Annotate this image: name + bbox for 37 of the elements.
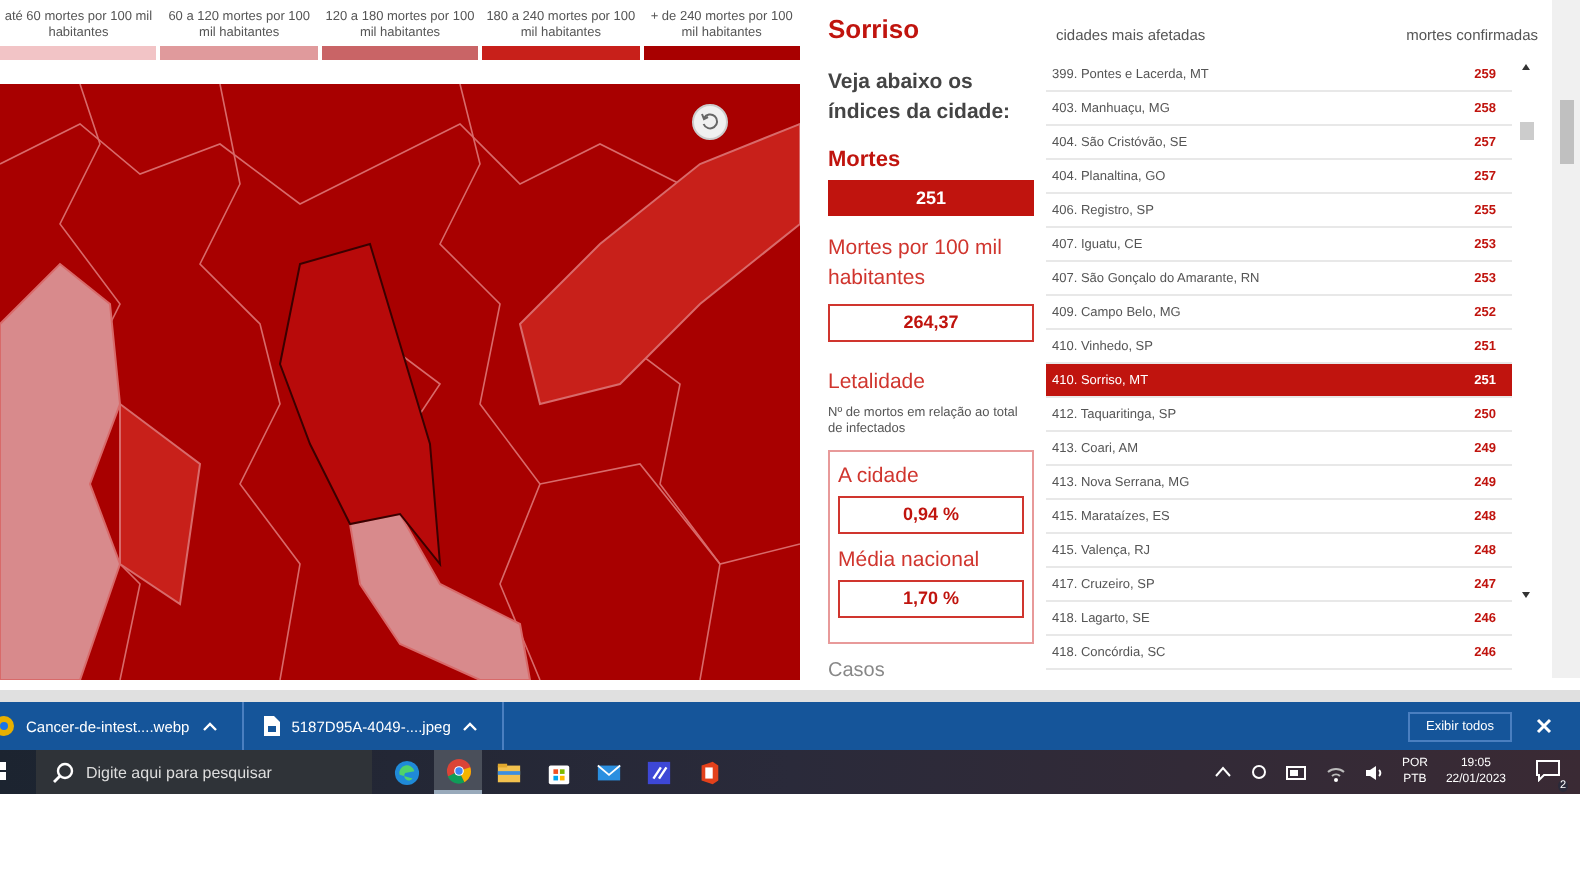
city-lethality-value: 0,94 % <box>838 496 1024 534</box>
app-tile-icon[interactable] <box>646 759 672 785</box>
chrome-browser-icon[interactable] <box>445 757 471 783</box>
close-icon[interactable] <box>1536 718 1552 734</box>
folder-icon[interactable] <box>496 759 522 785</box>
scroll-down-icon <box>1522 592 1530 598</box>
search-input[interactable]: Digite aqui para pesquisar <box>86 763 366 781</box>
search-icon <box>52 761 74 783</box>
scroll-thumb[interactable] <box>1519 122 1533 140</box>
city-title: Sorriso <box>828 14 922 44</box>
chevron-up-icon <box>462 721 479 731</box>
office-icon[interactable] <box>696 759 722 785</box>
mail-envelope-icon[interactable] <box>596 759 622 785</box>
national-lethality-value: 1,70 % <box>838 580 1024 618</box>
city-lethality-label: A cidade <box>838 462 921 492</box>
edge-browser-icon[interactable] <box>394 759 420 785</box>
browser-icon <box>0 716 14 736</box>
per100k-value: 264,37 <box>828 304 1034 342</box>
national-lethality-label: Média nacional <box>838 546 982 576</box>
chevron-up-icon <box>201 721 218 731</box>
battery-icon[interactable] <box>1285 765 1308 779</box>
per100k-label: Mortes por 100 mil habitantes <box>828 234 1004 294</box>
intro-text: Veja abaixo os índices da cidade: <box>828 68 1013 128</box>
deaths-value: 251 <box>828 180 1034 216</box>
deaths-label: Mortes <box>828 148 903 172</box>
scroll-thumb[interactable] <box>1559 100 1573 164</box>
lethality-label: Letalidade <box>828 368 927 398</box>
chat-bubble-icon <box>1536 759 1560 781</box>
page-scrollbar[interactable] <box>1552 0 1580 678</box>
wifi-icon[interactable] <box>1325 763 1346 781</box>
reset-icon <box>700 112 720 132</box>
scroll-up-icon <box>1522 64 1530 70</box>
cases-label: Casos <box>828 660 887 682</box>
chevron-up-icon[interactable] <box>1213 766 1232 778</box>
search-box[interactable]: Digite aqui para pesquisar <box>36 750 372 794</box>
file-icon <box>263 716 280 736</box>
speaker-icon[interactable] <box>1363 763 1384 781</box>
